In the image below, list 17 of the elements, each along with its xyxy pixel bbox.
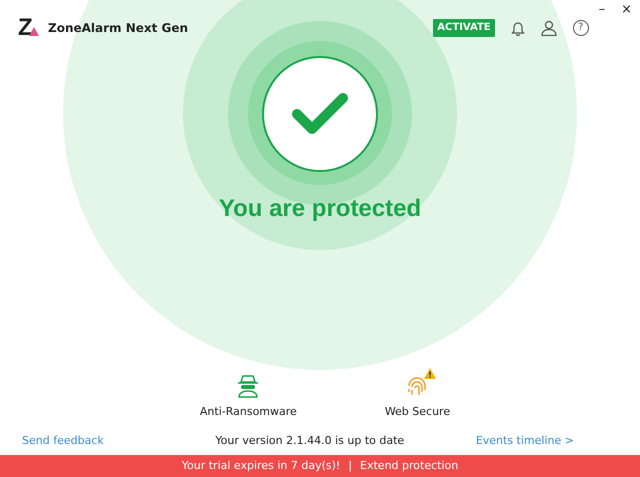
separator: |	[348, 458, 352, 474]
version-text: Your version 2.1.44.0 is up to date	[215, 432, 404, 448]
notifications-icon[interactable]	[510, 20, 525, 36]
events-timeline-link[interactable]: Events timeline >	[476, 432, 574, 449]
extend-protection-link[interactable]: Extend protection	[360, 458, 458, 474]
spy-icon	[237, 374, 260, 398]
help-button[interactable]: ?	[572, 20, 589, 36]
feature-label[interactable]: Web Secure	[384, 404, 450, 420]
app-title: ZoneAlarm Next Gen	[48, 20, 188, 36]
status-title: You are protected	[218, 194, 422, 224]
check-icon	[261, 55, 379, 173]
user-icon[interactable]	[540, 20, 557, 36]
close-button[interactable]: ×	[621, 3, 632, 16]
minimize-button[interactable]: –	[598, 3, 606, 16]
feature-label[interactable]: Anti-Ransomware	[200, 404, 297, 420]
trial-message: Your trial expires in 7 day(s)!	[182, 458, 340, 474]
feedback-link[interactable]: Send feedback	[22, 432, 104, 449]
